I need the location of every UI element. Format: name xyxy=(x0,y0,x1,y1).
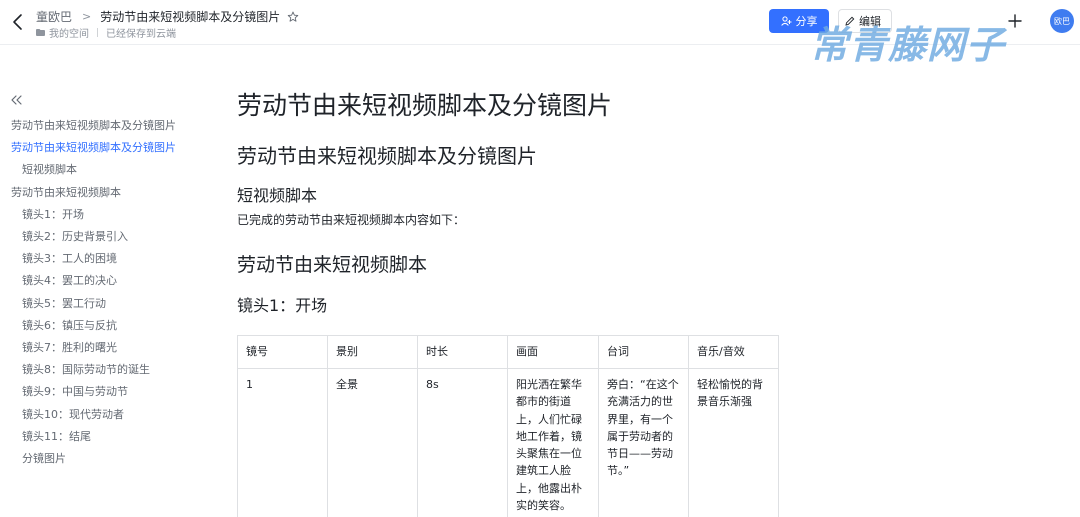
share-user-icon xyxy=(780,16,791,26)
share-label: 分享 xyxy=(795,15,818,28)
star-icon[interactable] xyxy=(287,11,299,23)
share-button[interactable]: 分享 xyxy=(769,9,829,33)
table-header-cell: 音乐/音效 xyxy=(688,335,779,369)
folder-icon xyxy=(36,29,45,36)
table-header-cell: 景别 xyxy=(327,335,418,369)
doc-title-breadcrumb[interactable]: 劳动节由来短视频脚本及分镜图片 xyxy=(100,8,280,25)
intro-paragraph: 已完成的劳动节由来短视频脚本内容如下： xyxy=(237,213,466,227)
outline-item[interactable]: 短视频脚本 xyxy=(22,161,77,177)
doc-meta: 我的空间 已经保存到云端 xyxy=(36,25,176,40)
outline-item[interactable]: 镜头9：中国与劳动节 xyxy=(22,383,128,399)
location-label[interactable]: 我的空间 xyxy=(49,25,89,40)
table-header-cell: 台词 xyxy=(598,335,689,369)
avatar[interactable]: 欧巴 xyxy=(1050,9,1074,33)
breadcrumb: 童欧巴 > 劳动节由来短视频脚本及分镜图片 xyxy=(36,8,299,25)
table-row: 1 全景 8s 阳光洒在繁华都市的街道上，人们忙碌地工作着，镜头聚焦在一位建筑工… xyxy=(237,367,779,517)
collapse-outline-icon[interactable] xyxy=(10,94,23,106)
table-cell[interactable]: 阳光洒在繁华都市的街道上，人们忙碌地工作着，镜头聚焦在一位建筑工人脸上，他露出朴… xyxy=(507,367,599,517)
meta-divider xyxy=(97,28,98,37)
outline-item[interactable]: 镜头7：胜利的曙光 xyxy=(22,339,117,355)
outline-item[interactable]: 劳动节由来短视频脚本及分镜图片 xyxy=(11,139,176,155)
table-cell[interactable]: 1 xyxy=(237,367,328,517)
outline-item[interactable]: 镜头1：开场 xyxy=(22,206,84,222)
pencil-icon xyxy=(845,16,855,26)
table-header-cell: 画面 xyxy=(507,335,599,369)
table-cell[interactable]: 轻松愉悦的背景音乐渐强 xyxy=(688,367,779,517)
back-arrow-icon[interactable] xyxy=(10,12,26,32)
outline-item[interactable]: 镜头2：历史背景引入 xyxy=(22,228,128,244)
outline-item[interactable]: 镜头10：现代劳动者 xyxy=(22,406,124,422)
outline-item[interactable]: 分镜图片 xyxy=(22,450,66,466)
edit-button[interactable]: 编辑 xyxy=(838,9,892,33)
outline-item[interactable]: 劳动节由来短视频脚本 xyxy=(11,184,121,200)
table-header-cell: 时长 xyxy=(417,335,508,369)
table-header-cell: 镜号 xyxy=(237,335,328,369)
page-title: 劳动节由来短视频脚本及分镜图片 xyxy=(237,91,613,120)
outline-item[interactable]: 镜头5：罢工行动 xyxy=(22,295,106,311)
shot-table: 镜号 景别 时长 画面 台词 音乐/音效 1 全景 8s 阳光洒在繁华都市的街道… xyxy=(237,335,779,517)
outline-item[interactable]: 镜头6：镇压与反抗 xyxy=(22,317,117,333)
table-cell[interactable]: 全景 xyxy=(327,367,418,517)
outline-item[interactable]: 镜头11：结尾 xyxy=(22,428,91,444)
breadcrumb-separator: > xyxy=(82,10,92,23)
heading-1: 劳动节由来短视频脚本及分镜图片 xyxy=(237,144,537,168)
heading-3: 劳动节由来短视频脚本 xyxy=(237,254,428,276)
edit-label: 编辑 xyxy=(859,15,881,28)
table-cell[interactable]: 旁白：“在这个充满活力的世界里，有一个属于劳动者的节日——劳动节。” xyxy=(598,367,689,517)
outline-item[interactable]: 镜头3：工人的困境 xyxy=(22,250,117,266)
table-header-row: 镜号 景别 时长 画面 台词 音乐/音效 xyxy=(237,335,779,369)
top-bar: 童欧巴 > 劳动节由来短视频脚本及分镜图片 我的空间 已经保存到云端 分享 编辑… xyxy=(0,0,1080,45)
outline-item[interactable]: 镜头4：罢工的决心 xyxy=(22,272,117,288)
outline-item[interactable]: 镜头8：国际劳动节的诞生 xyxy=(22,361,150,377)
heading-2: 短视频脚本 xyxy=(237,186,318,205)
table-cell[interactable]: 8s xyxy=(417,367,508,517)
heading-4: 镜头1：开场 xyxy=(237,296,328,315)
breadcrumb-space[interactable]: 童欧巴 xyxy=(36,8,72,25)
outline-item[interactable]: 劳动节由来短视频脚本及分镜图片 xyxy=(11,117,176,133)
save-status: 已经保存到云端 xyxy=(106,29,176,40)
plus-icon[interactable] xyxy=(1006,12,1024,30)
